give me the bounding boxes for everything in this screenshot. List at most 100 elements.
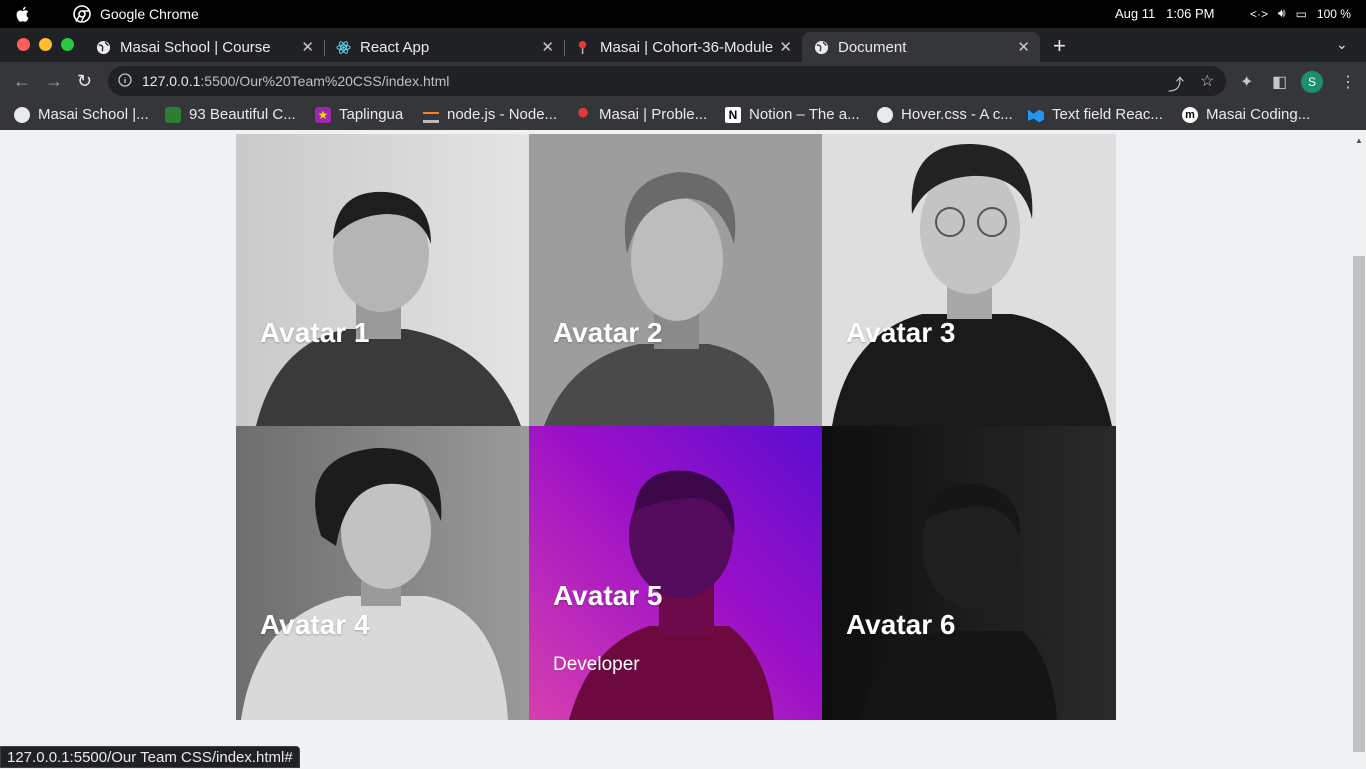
minimize-window-button[interactable]	[39, 38, 52, 51]
close-window-button[interactable]	[17, 38, 30, 51]
close-icon[interactable]: ✕	[541, 38, 554, 56]
member-name: Avatar 5	[553, 580, 663, 611]
team-card-3[interactable]: Avatar 3	[822, 134, 1116, 426]
tab-title: Masai School | Course	[120, 38, 271, 56]
bookmark-item[interactable]: m Masai Coding...	[1182, 106, 1310, 123]
globe-icon	[96, 40, 111, 55]
bookmark-item[interactable]: Text field Reac...	[1028, 106, 1163, 123]
os-menubar: Google Chrome Aug 11 1:06 PM <·> 🔊︎ ▭ 10…	[0, 0, 1366, 28]
bookmark-label: node.js - Node...	[447, 106, 558, 123]
masai-m-icon: m	[1182, 106, 1198, 123]
team-grid: Avatar 1 Avatar 2 Avatar 3 Avatar 4 Avat…	[236, 134, 1116, 720]
url-host: 127.0.0.1	[142, 73, 201, 89]
tab-react-app[interactable]: React App ✕	[324, 32, 565, 62]
link-status-bar: 127.0.0.1:5500/Our Team CSS/index.html#	[0, 746, 300, 768]
url-path: :5500/Our%20Team%20CSS/index.html	[200, 73, 450, 89]
member-name: Avatar 4	[260, 609, 370, 640]
member-name: Avatar 1	[260, 317, 370, 348]
avatar-photo	[236, 426, 529, 720]
bookmark-label: Masai | Proble...	[599, 106, 708, 123]
side-panel-icon[interactable]: ◧	[1272, 72, 1287, 92]
browser-toolbar: ← → ↻ 127.0.0.1:5500/Our%20Team%20CSS/in…	[0, 62, 1366, 100]
tab-title: Masai | Cohort-36-Module	[600, 38, 774, 56]
mui-icon	[1028, 109, 1044, 123]
bookmark-item[interactable]: N Notion – The a...	[725, 106, 860, 123]
bookmark-item[interactable]: Masai | Proble...	[575, 106, 707, 123]
battery-percent: 100 %	[1316, 6, 1351, 21]
bookmark-label: Taplingua	[339, 106, 404, 123]
bookmark-item[interactable]: 93 Beautiful C...	[165, 106, 296, 123]
tab-title: React App	[360, 38, 430, 56]
profile-avatar[interactable]: S	[1301, 71, 1323, 93]
volume-icon[interactable]: 🔊︎	[1278, 6, 1286, 21]
masai-icon	[578, 40, 587, 55]
bookmark-star-icon[interactable]: ☆	[1200, 71, 1214, 91]
avatar-photo	[529, 134, 822, 426]
avatar-photo	[822, 426, 1116, 720]
globe-icon	[814, 40, 829, 55]
member-name: Avatar 2	[553, 317, 663, 348]
scroll-up-icon[interactable]: ▲	[1355, 136, 1363, 145]
page-content: Avatar 1 Avatar 2 Avatar 3 Avatar 4 Avat…	[0, 130, 1352, 768]
globe-icon	[877, 106, 893, 123]
system-tray[interactable]: <·> 🔊︎ ▭ 100 %	[1250, 6, 1351, 21]
bookmark-label: Notion – The a...	[749, 106, 860, 123]
member-name: Avatar 3	[846, 317, 956, 348]
globe-icon	[14, 106, 30, 123]
bookmark-item[interactable]: node.js - Node...	[423, 106, 557, 123]
masai-icon	[575, 106, 591, 123]
tab-document[interactable]: Document ✕	[802, 32, 1040, 62]
stackoverflow-icon	[423, 106, 439, 123]
bookmark-label: Hover.css - A c...	[901, 106, 1013, 123]
avatar-photo	[236, 134, 529, 426]
bookmark-label: Masai School |...	[38, 106, 149, 123]
team-card-6[interactable]: Avatar 6	[822, 426, 1116, 720]
url-text[interactable]: 127.0.0.1:5500/Our%20Team%20CSS/index.ht…	[142, 73, 449, 89]
back-arrow-icon[interactable]: ←	[13, 71, 31, 92]
bookmark-label: Text field Reac...	[1052, 106, 1163, 123]
tab-title: Document	[838, 38, 907, 56]
app-name[interactable]: Google Chrome	[100, 6, 199, 22]
battery-icon[interactable]: ▭	[1296, 7, 1307, 21]
close-icon[interactable]: ✕	[779, 38, 792, 56]
tab-masai-course[interactable]: Masai School | Course ✕	[84, 32, 325, 62]
date: Aug 11	[1115, 6, 1156, 21]
extensions-icon[interactable]: ✦	[1240, 72, 1253, 92]
react-icon	[336, 41, 351, 54]
new-tab-button[interactable]: +	[1053, 33, 1066, 59]
member-role: Developer	[553, 654, 640, 675]
maximize-window-button[interactable]	[61, 38, 74, 51]
bookmark-item[interactable]: Masai School |...	[14, 106, 149, 123]
tab-strip: Masai School | Course ✕ React App ✕ Masa…	[0, 28, 1366, 62]
member-name: Avatar 6	[846, 609, 956, 640]
page-scrollbar[interactable]: ▲	[1352, 130, 1366, 768]
tab-masai-cohort[interactable]: Masai | Cohort-36-Module ✕	[564, 32, 802, 62]
forward-arrow-icon[interactable]: →	[45, 71, 63, 92]
bookmark-item[interactable]: Hover.css - A c...	[877, 106, 1013, 123]
chrome-icon	[73, 5, 91, 23]
more-menu-icon[interactable]: ⋮	[1340, 72, 1356, 92]
network-icon[interactable]: <·>	[1250, 7, 1268, 21]
bookmark-item[interactable]: ★ Taplingua	[315, 106, 403, 123]
tab-search-chevron-icon[interactable]: ⌄	[1336, 36, 1348, 53]
reload-icon[interactable]: ↻	[77, 71, 92, 92]
leaf-icon	[165, 106, 181, 123]
address-bar[interactable]: 127.0.0.1:5500/Our%20Team%20CSS/index.ht…	[108, 66, 1226, 96]
team-card-2[interactable]: Avatar 2	[529, 134, 822, 426]
bookmark-label: Masai Coding...	[1206, 106, 1311, 123]
star-icon: ★	[315, 106, 331, 123]
share-icon[interactable]: ⤴	[1168, 71, 1184, 95]
avatar-photo	[822, 134, 1116, 426]
notion-icon: N	[725, 106, 741, 123]
bookmark-label: 93 Beautiful C...	[189, 106, 296, 123]
scrollbar-thumb[interactable]	[1353, 256, 1365, 752]
team-card-1[interactable]: Avatar 1	[236, 134, 529, 426]
close-icon[interactable]: ✕	[1017, 38, 1030, 56]
close-icon[interactable]: ✕	[301, 38, 314, 56]
clock[interactable]: Aug 11 1:06 PM	[1115, 6, 1215, 21]
team-card-4[interactable]: Avatar 4	[236, 426, 529, 720]
apple-icon[interactable]	[14, 5, 32, 23]
info-icon[interactable]	[118, 73, 132, 87]
bookmarks-bar: Masai School |... 93 Beautiful C... ★ Tap…	[0, 100, 1366, 130]
team-card-5[interactable]: Avatar 5 Developer	[529, 426, 822, 720]
